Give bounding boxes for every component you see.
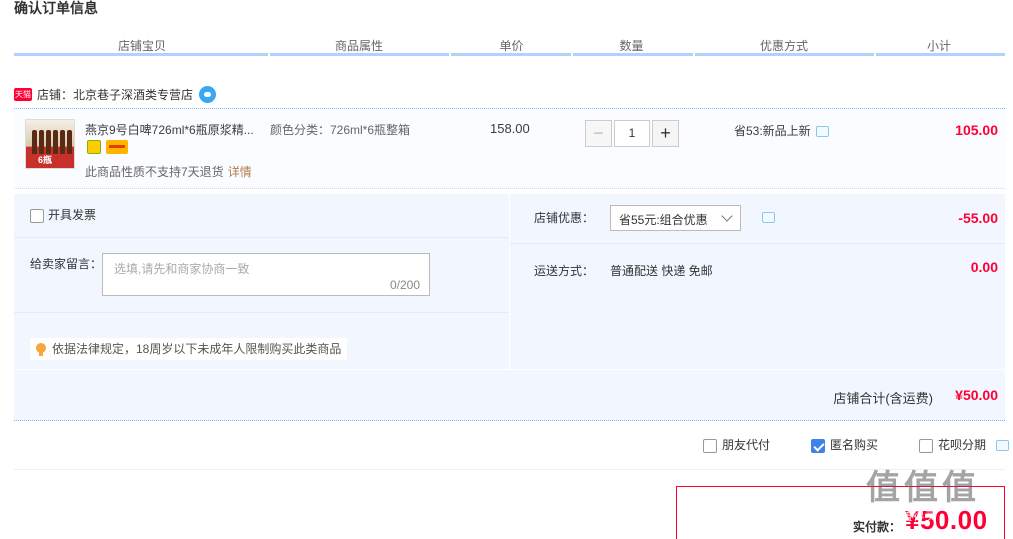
seller-message-input[interactable]: 选填,请先和商家协商一致 0/200 xyxy=(102,253,430,296)
col-subtotal: 小计 xyxy=(926,39,951,53)
shipping-amount: 0.00 xyxy=(970,259,998,275)
huabei-checkbox[interactable] xyxy=(919,438,933,453)
friend-pay-checkbox[interactable] xyxy=(703,438,717,453)
shop-total-amount: ¥50.00 xyxy=(955,387,998,403)
col-discount: 优惠方式 xyxy=(759,39,808,53)
page-title: 确认订单信息 xyxy=(14,0,98,16)
shop-total-row: 店铺合计(含运费) ¥50.00 xyxy=(14,370,1005,421)
bottle-shape xyxy=(39,130,44,154)
anonymous-checkbox[interactable] xyxy=(811,438,825,453)
shop-promo-selected: 省55元:组合优惠 xyxy=(619,213,708,227)
quantity-stepper: − 1 + xyxy=(585,120,679,147)
thumbnail-label: 6瓶 xyxy=(38,155,53,165)
invoice-checkbox[interactable] xyxy=(30,208,44,223)
col-quantity: 数量 xyxy=(619,39,644,53)
item-subtotal: 105.00 xyxy=(955,122,998,138)
bottle-shape xyxy=(32,130,37,154)
guarantee-badge-icon[interactable] xyxy=(87,140,101,154)
shop-total-label: 店铺合计(含运费) xyxy=(833,391,933,406)
friend-pay-label: 朋友代付 xyxy=(722,438,771,452)
watermark-logo: 值值值 xyxy=(866,469,980,507)
watermark-sub: k·什么值得买 xyxy=(866,511,938,523)
return-detail-link[interactable]: 详情 xyxy=(228,165,252,179)
divider xyxy=(510,243,1005,244)
bottle-shape xyxy=(46,130,51,154)
shop-promo-label: 店铺优惠： xyxy=(534,211,595,225)
bottle-shape xyxy=(53,130,58,154)
header-line xyxy=(695,53,874,56)
message-placeholder: 选填,请先和商家协商一致 xyxy=(114,262,250,276)
divider xyxy=(14,312,509,313)
shop-row: 天猫 店铺： 北京巷子深酒类专营店 xyxy=(14,84,217,104)
divider xyxy=(14,237,509,238)
shipping-value: 普通配送 快递 免邮 xyxy=(610,264,713,278)
chevron-down-icon xyxy=(721,210,733,222)
column-header: 店铺宝贝 商品属性 单价 数量 优惠方式 小计 xyxy=(14,33,1005,57)
anonymous-label: 匿名购买 xyxy=(830,438,879,452)
quantity-increase-button[interactable]: + xyxy=(652,120,679,147)
quantity-decrease-button[interactable]: − xyxy=(585,120,612,147)
wangwang-chat-icon[interactable] xyxy=(199,85,217,103)
item-sku: 颜色分类：726ml*6瓶整箱 xyxy=(270,123,411,137)
bottle-shape xyxy=(60,130,65,154)
lightbulb-icon xyxy=(36,343,46,356)
return-note-text: 此商品性质不支持7天退货 xyxy=(85,165,224,179)
message-label: 给卖家留言： xyxy=(30,257,103,271)
tmall-badge: 天猫 xyxy=(14,87,32,101)
item-price: 158.00 xyxy=(490,121,530,136)
shop-promo-amount: -55.00 xyxy=(958,210,998,226)
comment-icon[interactable] xyxy=(815,126,829,138)
header-line xyxy=(451,53,571,56)
age-restriction-note: 依据法律规定，18周岁以下未成年人限制购买此类商品 xyxy=(30,338,348,360)
item-discount: 省53:新品上新 xyxy=(734,122,829,139)
bottle-shape xyxy=(67,130,72,154)
header-line xyxy=(573,53,693,56)
divider xyxy=(14,469,1005,470)
invoice-option[interactable]: 开具发票 xyxy=(30,206,96,223)
friend-pay-option[interactable]: 朋友代付 xyxy=(703,436,770,453)
return-note: 此商品性质不支持7天退货 详情 xyxy=(85,163,252,180)
col-price: 单价 xyxy=(499,39,524,53)
shop-promo-select[interactable]: 省55元:组合优惠 xyxy=(610,205,741,231)
credit-card-badge-icon[interactable] xyxy=(106,140,128,154)
order-item-row: 6瓶 燕京9号白啤726ml*6瓶原浆精... 颜色分类：726ml*6瓶整箱 … xyxy=(14,108,1005,189)
anonymous-option[interactable]: 匿名购买 xyxy=(811,436,878,453)
shop-name-link[interactable]: 北京巷子深酒类专营店 xyxy=(73,86,193,103)
huabei-option[interactable]: 花呗分期 xyxy=(919,436,986,453)
huabei-label: 花呗分期 xyxy=(938,438,987,452)
shop-label: 店铺： xyxy=(37,87,74,102)
age-restriction-text: 依据法律规定，18周岁以下未成年人限制购买此类商品 xyxy=(52,342,342,356)
product-thumbnail[interactable]: 6瓶 xyxy=(25,119,75,169)
col-attributes: 商品属性 xyxy=(334,39,383,53)
col-shop-item: 店铺宝贝 xyxy=(117,39,166,53)
quantity-input[interactable]: 1 xyxy=(614,120,650,147)
invoice-label: 开具发票 xyxy=(48,208,97,222)
item-title-link[interactable]: 燕京9号白啤726ml*6瓶原浆精... xyxy=(85,121,254,138)
comment-icon[interactable] xyxy=(762,212,775,223)
item-discount-text: 省53:新品上新 xyxy=(734,124,811,138)
comment-icon[interactable] xyxy=(996,440,1009,451)
header-line xyxy=(876,53,1005,56)
shipping-label: 运送方式： xyxy=(534,264,595,278)
header-line xyxy=(14,53,268,56)
header-line xyxy=(270,53,449,56)
message-char-count: 0/200 xyxy=(389,278,420,292)
